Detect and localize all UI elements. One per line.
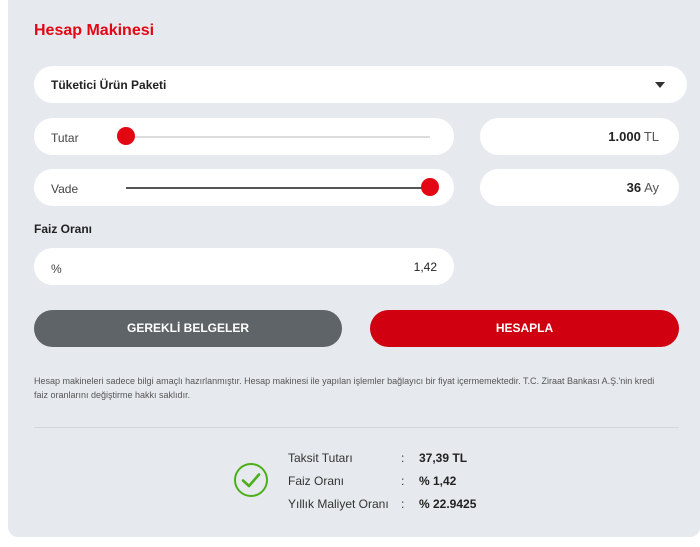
result-label: Taksit Tutarı [288,451,353,465]
disclaimer-text: Hesap makineleri sadece bilgi amaçlı haz… [34,376,655,400]
product-select-value: Tüketici Ürün Paketi [51,78,167,92]
result-value: 37,39 TL [419,451,468,465]
term-slider-fill [126,187,430,189]
chevron-down-icon [655,82,665,88]
percent-symbol: % [51,262,62,276]
interest-rate-value: 1,42 [413,260,437,274]
result-label: Faiz Oranı [288,474,345,488]
calculate-button[interactable]: HESAPLA [370,310,679,347]
term-unit: Ay [644,180,659,195]
interest-rate-input[interactable]: % 1,42 [34,248,454,285]
term-slider-track[interactable] [126,187,430,189]
amount-value: 1.000 [608,129,641,144]
result-colon: : [401,497,405,511]
term-slider-handle[interactable] [421,178,439,196]
term-slider-field: Vade [34,169,454,206]
product-select[interactable]: Tüketici Ürün Paketi [34,66,687,103]
amount-unit: TL [643,129,659,144]
result-value: % 22.9425 [419,497,477,511]
result-value: % 1,42 [419,474,457,488]
amount-slider-field: Tutar [34,118,454,155]
result-colon: : [401,451,405,465]
interest-section-label: Faiz Oranı [34,222,93,236]
term-input[interactable]: 36 Ay [480,169,679,206]
amount-slider-track[interactable] [126,136,430,138]
term-label: Vade [51,182,79,196]
required-documents-button[interactable]: GEREKLİ BELGELER [34,310,342,347]
amount-slider-handle[interactable] [117,127,135,145]
calculator-panel: Hesap Makinesi Tüketici Ürün Paketi Tuta… [8,0,700,537]
result-label: Yıllık Maliyet Oranı [288,497,389,511]
result-colon: : [401,474,405,488]
divider [34,427,679,428]
amount-input[interactable]: 1.000 TL [480,118,679,155]
calculator-title: Hesap Makinesi [34,22,155,39]
amount-label: Tutar [51,131,79,145]
check-circle-icon [234,463,268,497]
term-value: 36 [626,180,642,195]
